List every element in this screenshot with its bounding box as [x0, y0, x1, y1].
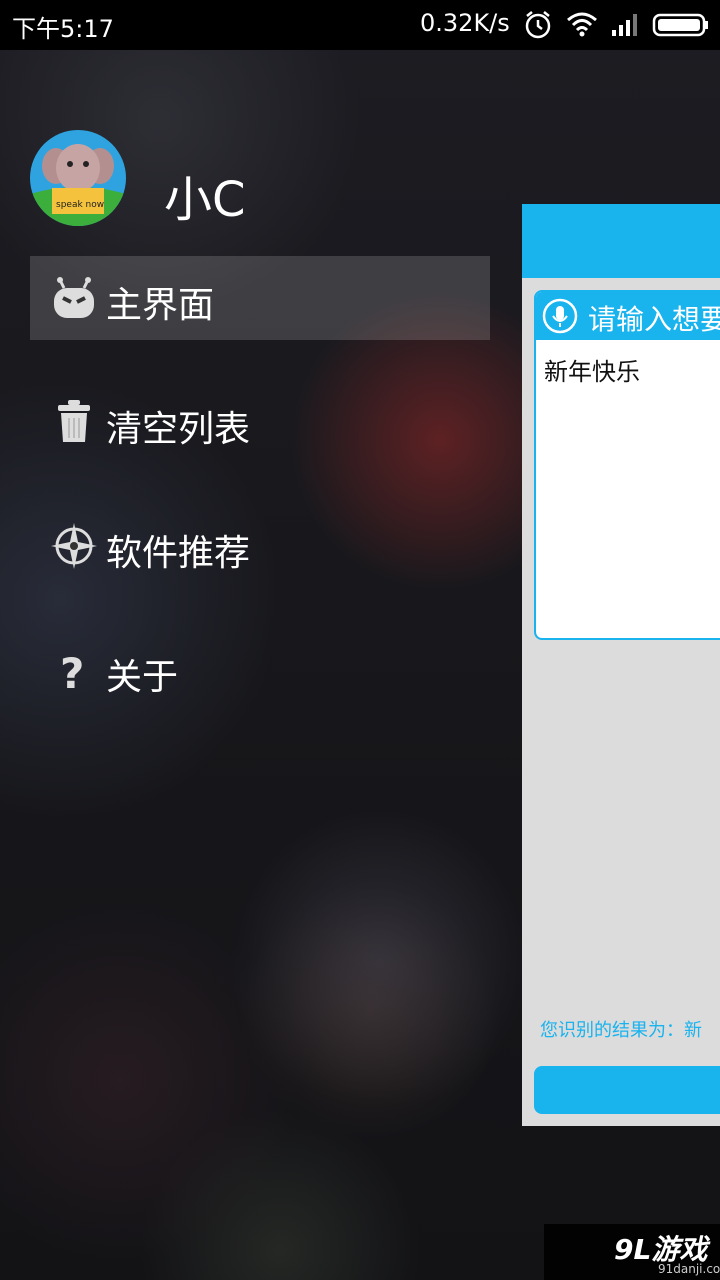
compass-icon: [50, 522, 98, 570]
avatar-caption: speak now: [56, 200, 105, 210]
signal-icon: [610, 10, 642, 42]
avatar[interactable]: speak now: [30, 130, 126, 226]
status-bar: 下午5:17 0.32K/s: [0, 0, 720, 50]
speech-input-box[interactable]: 请输入想要 新年快乐: [534, 290, 720, 640]
battery-icon: [652, 13, 710, 41]
menu-item-about[interactable]: ? 关于: [30, 628, 490, 712]
input-header: 请输入想要: [536, 292, 720, 340]
menu-item-label: 主界面: [106, 285, 215, 326]
input-title: 请输入想要: [588, 303, 720, 336]
action-button[interactable]: [534, 1066, 720, 1114]
menu-item-label: 关于: [106, 657, 179, 698]
question-icon: ?: [50, 646, 98, 698]
trash-icon: [50, 398, 98, 446]
watermark: 9L游戏 91danji.com: [544, 1224, 720, 1280]
menu-item-recommend[interactable]: 软件推荐: [30, 504, 490, 588]
android-icon: [50, 274, 98, 322]
svg-text:?: ?: [60, 649, 84, 694]
watermark-url: 91danji.com: [658, 1262, 720, 1276]
menu-item-label: 清空列表: [106, 409, 251, 450]
menu-item-label: 软件推荐: [106, 533, 251, 574]
menu-item-main[interactable]: 主界面: [30, 256, 490, 340]
wifi-icon: [566, 10, 598, 42]
app-header-bar: [522, 204, 720, 278]
status-net-speed: 0.32K/s: [420, 9, 510, 37]
recognition-result: 您识别的结果为：新: [540, 1020, 702, 1041]
menu-item-clear-list[interactable]: 清空列表: [30, 380, 490, 464]
main-content-panel: 请输入想要 新年快乐 您识别的结果为：新: [522, 204, 720, 1126]
alarm-icon: [524, 10, 552, 44]
status-time: 下午5:17: [12, 15, 114, 43]
user-name: 小C: [164, 172, 246, 228]
speech-input-field[interactable]: 新年快乐: [544, 352, 640, 387]
microphone-icon[interactable]: [542, 298, 578, 334]
